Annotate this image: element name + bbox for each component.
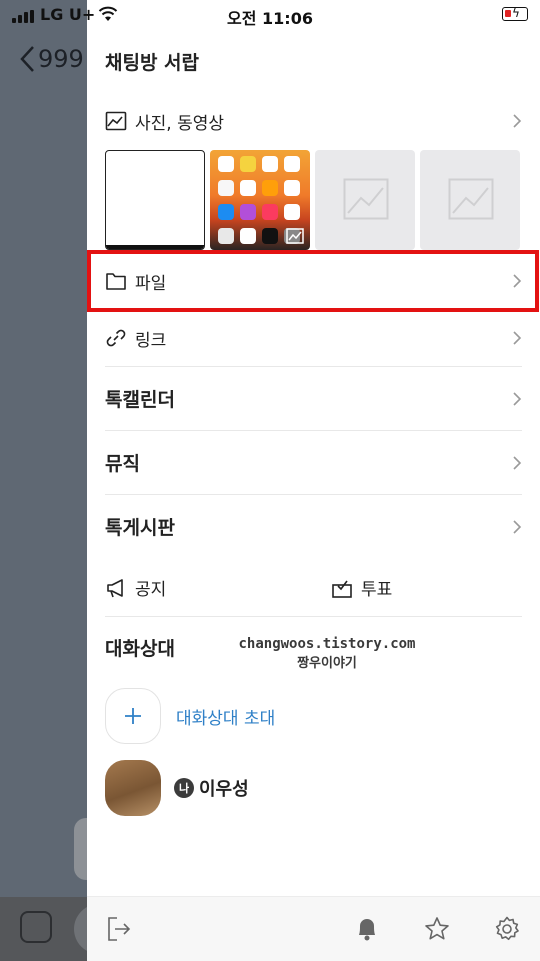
drawer-item-label: 사진, 동영상 <box>135 113 225 134</box>
drawer-title: 채팅방 서랍 <box>105 52 200 74</box>
star-icon[interactable] <box>423 915 451 943</box>
invite-label: 대화상대 초대 <box>176 708 276 729</box>
status-bar: LG U+ 오전 11:06 ϟ <box>0 0 540 30</box>
chevron-left-icon <box>20 46 34 72</box>
photo-thumbnail-placeholder[interactable] <box>315 150 415 250</box>
watermark-url: changwoos.tistory.com <box>238 636 416 652</box>
file-highlight-box <box>87 250 539 312</box>
drawer-item-link[interactable]: 링크 <box>87 321 540 355</box>
divider <box>105 616 522 617</box>
watermark-name: 짱우이야기 <box>297 656 357 671</box>
chevron-right-icon <box>513 519 522 534</box>
bell-icon[interactable] <box>353 915 381 943</box>
vote-label: 투표 <box>361 580 393 600</box>
megaphone-icon <box>107 578 123 597</box>
drawer-item-photos[interactable]: 사진, 동영상 <box>87 106 540 136</box>
photo-thumbnail[interactable] <box>210 150 310 250</box>
status-time: 오전 11:06 <box>227 9 313 28</box>
image-placeholder-icon <box>343 178 389 220</box>
link-icon <box>106 329 126 347</box>
photo-thumbnail[interactable] <box>105 150 205 250</box>
drawer-item-label: 톡게시판 <box>105 517 175 539</box>
me-badge: 나 <box>174 778 194 798</box>
photo-thumbnail-placeholder[interactable] <box>420 150 520 250</box>
invite-member-button[interactable]: 대화상대 초대 <box>105 688 275 744</box>
drawer-item-music[interactable]: 뮤직 <box>87 431 540 494</box>
chat-back-button[interactable]: 999 <box>18 44 84 74</box>
watermark: changwoos.tistory.com 짱우이야기 <box>227 636 427 671</box>
drawer-item-label: 톡캘린더 <box>105 389 175 411</box>
ballot-box-icon <box>332 580 352 598</box>
photo-icon <box>105 111 127 131</box>
members-heading: 대화상대 <box>105 638 175 660</box>
notice-label: 공지 <box>135 580 167 600</box>
chevron-right-icon <box>513 391 522 406</box>
photo-icon <box>286 228 304 244</box>
chat-drawer-panel: 채팅방 서랍 사진, 동영상 파일 링크 톡캘린더 뮤직 톡게시판 공지 투표 … <box>87 0 540 961</box>
notice-button[interactable]: 공지 <box>105 575 166 600</box>
battery-icon: ϟ <box>502 6 528 21</box>
photo-thumbnails <box>105 150 522 250</box>
chevron-right-icon <box>513 114 522 128</box>
drawer-footer-toolbar <box>87 896 540 961</box>
gear-icon[interactable] <box>493 915 521 943</box>
chat-plus-button[interactable] <box>20 911 52 943</box>
drawer-item-label: 뮤직 <box>105 453 140 475</box>
image-placeholder-icon <box>448 178 494 220</box>
drawer-item-label: 링크 <box>135 330 167 351</box>
chat-title: 999 <box>38 45 84 73</box>
member-item[interactable]: 나 이우성 <box>105 760 249 816</box>
chevron-right-icon <box>513 331 522 345</box>
exit-icon[interactable] <box>105 915 133 943</box>
drawer-item-talk-board[interactable]: 톡게시판 <box>87 495 540 558</box>
chevron-right-icon <box>513 455 522 470</box>
plus-icon <box>105 688 161 744</box>
vote-button[interactable]: 투표 <box>331 575 392 600</box>
drawer-item-talk-calendar[interactable]: 톡캘린더 <box>87 367 540 430</box>
avatar <box>105 760 161 816</box>
member-name: 이우성 <box>199 779 249 800</box>
